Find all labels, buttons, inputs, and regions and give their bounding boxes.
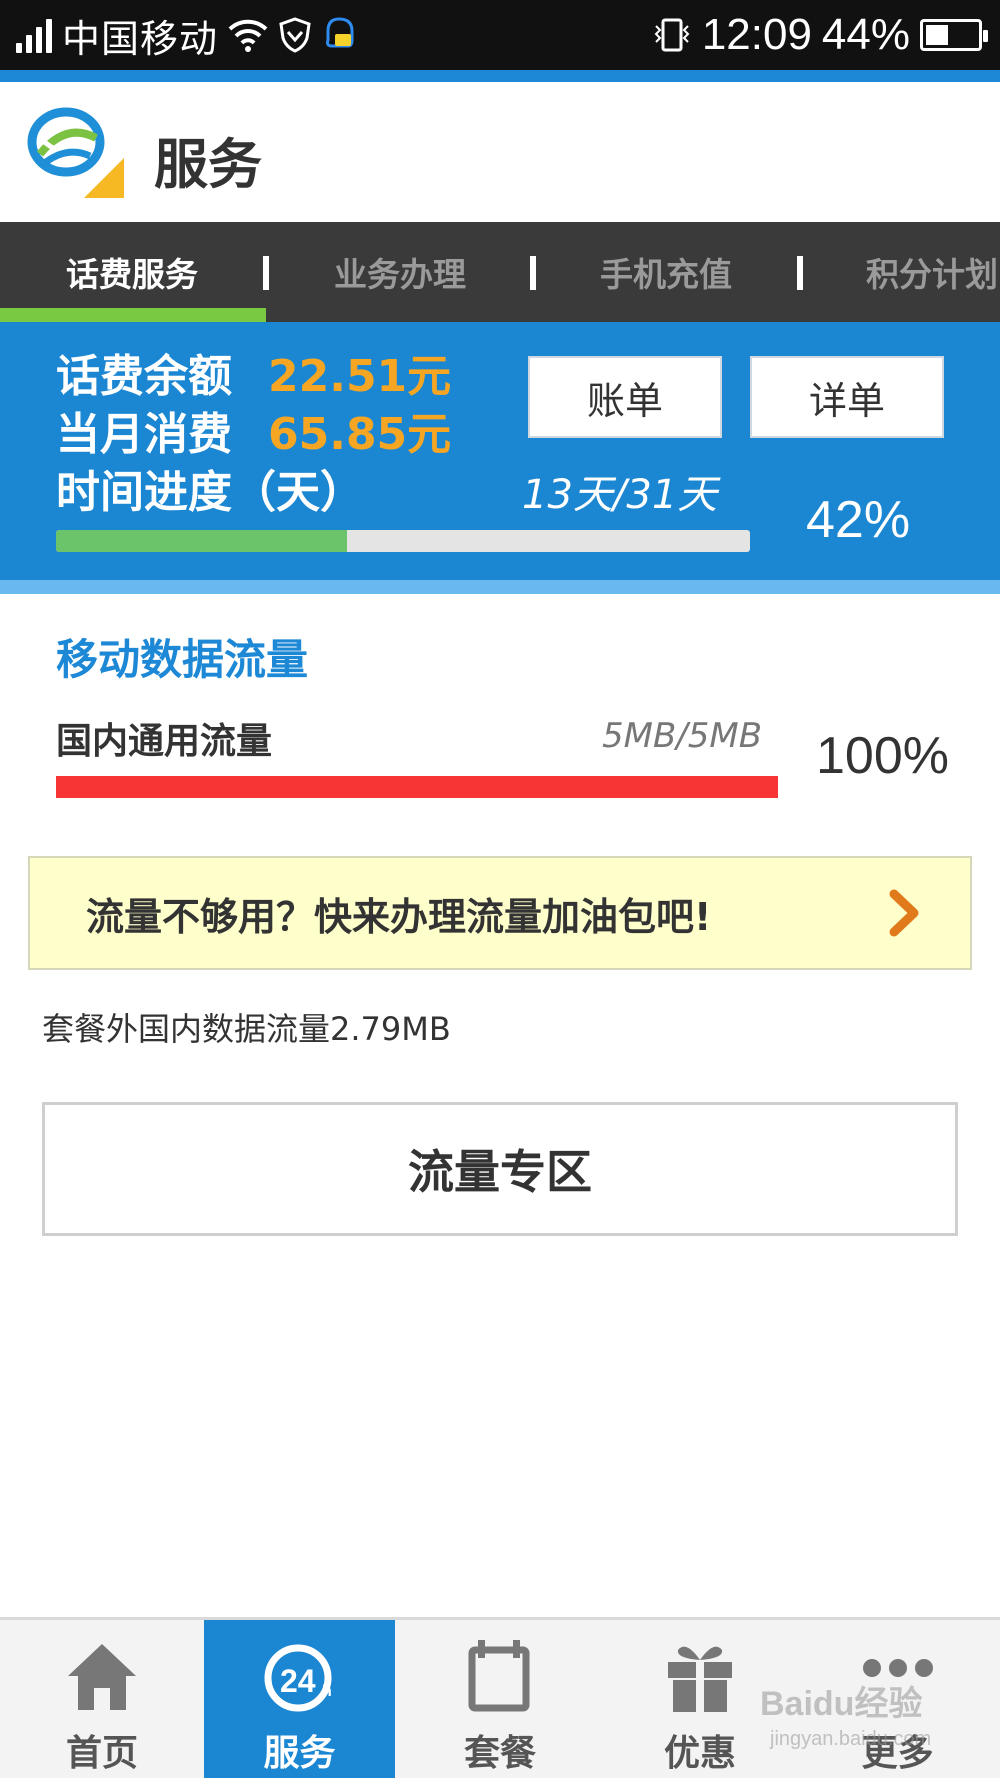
tab-points[interactable]: 积分计划 bbox=[866, 222, 998, 322]
svg-text:h: h bbox=[322, 1683, 332, 1700]
shield-icon bbox=[279, 17, 311, 53]
detail-button[interactable]: 详单 bbox=[750, 356, 944, 438]
spend-value: 65.85元 bbox=[268, 409, 452, 460]
time-percent: 42% bbox=[806, 491, 911, 549]
tab-separator bbox=[797, 256, 803, 290]
header-accent-strip bbox=[0, 70, 1000, 82]
nav-service[interactable]: 24 h 服务 bbox=[204, 1620, 395, 1778]
china-mobile-logo bbox=[27, 107, 124, 198]
bill-button[interactable]: 账单 bbox=[528, 356, 722, 438]
page-title: 服务 bbox=[154, 133, 262, 196]
clock: 12:09 bbox=[701, 10, 812, 59]
status-bar: 中国移动 12:09 44% bbox=[0, 0, 1000, 70]
time-progress-bar bbox=[56, 530, 750, 552]
data-zone-button[interactable]: 流量专区 bbox=[42, 1102, 958, 1236]
domestic-data-percent: 100% bbox=[816, 727, 949, 785]
gift-icon bbox=[668, 1646, 732, 1712]
package-icon bbox=[468, 1640, 530, 1712]
tab-separator bbox=[263, 256, 269, 290]
balance-panel-border bbox=[0, 580, 1000, 594]
balance-panel: 话费余额 22.51元 当月消费 65.85元 时间进度（天） 账单 详单 13… bbox=[0, 322, 1000, 580]
nav-label: 首页 bbox=[65, 1733, 138, 1774]
signal-icon bbox=[16, 17, 52, 53]
chat-bubble-icon bbox=[326, 17, 354, 48]
days-elapsed: 13天/31天 bbox=[522, 472, 718, 518]
data-boost-promo[interactable]: 流量不够用？快来办理流量加油包吧! bbox=[28, 856, 972, 970]
extra-data-usage: 套餐外国内数据流量2.79MB bbox=[42, 1010, 451, 1048]
battery-percent: 44% bbox=[821, 10, 910, 59]
svg-text:24: 24 bbox=[280, 1663, 316, 1699]
tab-recharge[interactable]: 手机充值 bbox=[600, 222, 732, 322]
home-icon bbox=[68, 1644, 136, 1710]
promo-text: 流量不够用？快来办理流量加油包吧! bbox=[86, 894, 712, 939]
chevron-right-icon bbox=[889, 889, 919, 937]
balance-label: 话费余额 bbox=[56, 351, 232, 402]
nav-home[interactable]: 首页 bbox=[0, 1620, 204, 1778]
nav-label: 优惠 bbox=[663, 1733, 736, 1774]
tab-business[interactable]: 业务办理 bbox=[334, 222, 466, 322]
carrier-name: 中国移动 bbox=[62, 16, 219, 61]
domestic-data-usage: 5MB/5MB bbox=[602, 716, 763, 756]
domestic-data-label: 国内通用流量 bbox=[56, 721, 273, 762]
tab-bill-service[interactable]: 话费服务 bbox=[66, 222, 198, 322]
balance-value: 22.51元 bbox=[268, 351, 452, 402]
time-progress-fill bbox=[56, 530, 348, 552]
battery-icon bbox=[920, 19, 988, 51]
domestic-data-fill bbox=[56, 776, 778, 798]
time-progress-label: 时间进度（天） bbox=[56, 467, 364, 518]
app-header: 服务 bbox=[0, 82, 1000, 222]
vibrate-icon bbox=[654, 18, 690, 52]
spend-label: 当月消费 bbox=[56, 409, 232, 460]
watermark-url: jingyan.baidu.com bbox=[770, 1728, 932, 1750]
nav-package[interactable]: 套餐 bbox=[395, 1620, 605, 1778]
nav-label: 套餐 bbox=[463, 1733, 536, 1774]
domestic-data-bar bbox=[56, 776, 778, 798]
wifi-icon bbox=[228, 19, 268, 52]
tab-separator bbox=[530, 256, 536, 290]
tab-bar: 话费服务 业务办理 手机充值 积分计划 bbox=[0, 222, 1000, 322]
active-tab-indicator bbox=[0, 308, 266, 322]
data-section-title: 移动数据流量 bbox=[56, 635, 309, 684]
nav-label: 服务 bbox=[263, 1733, 336, 1774]
service-24h-icon: 24 h bbox=[264, 1644, 332, 1712]
watermark-brand: Baidu经验 bbox=[760, 1685, 923, 1723]
